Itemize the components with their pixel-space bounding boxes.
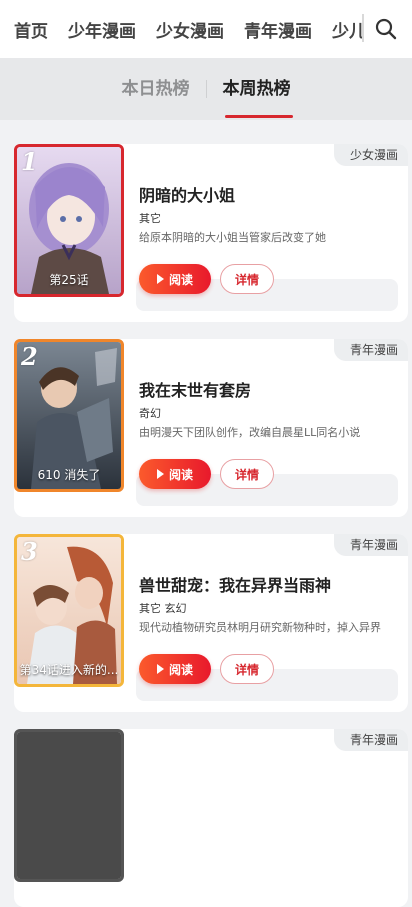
tab-seinen[interactable]: 青年漫画 [244, 17, 312, 42]
comic-categories: 其它 [139, 212, 161, 225]
comic-title[interactable]: 阴暗的大小姐 [139, 182, 235, 206]
read-label: 阅读 [168, 662, 193, 677]
comic-cover[interactable]: 3 第34话进入新的... [14, 534, 124, 687]
genre-tag: 青年漫画 [333, 534, 408, 556]
tab-weekly-ranking[interactable]: 本周热榜 [207, 58, 307, 120]
top-nav: 首页 少年漫画 少女漫画 青年漫画 少儿漫画 [0, 0, 412, 58]
latest-chapter: 610 消失了 [37, 468, 101, 482]
genre-tag: 少女漫画 [333, 144, 408, 166]
comic-description: 给原本阴暗的大小姐当管家后改变了她 [139, 231, 326, 244]
comic-cover[interactable]: 2 610 消失了 [14, 339, 124, 492]
read-button[interactable]: 阅读 [139, 264, 211, 294]
category-tabs: 首页 少年漫画 少女漫画 青年漫画 少儿漫画 [0, 0, 362, 58]
search-icon[interactable] [374, 17, 398, 41]
comic-card[interactable]: 青年漫画 2 610 消失了 我在末世有套房 奇幻 由明漫天下团队创作，改编自晨… [14, 339, 408, 517]
comic-title[interactable]: 我在末世有套房 [139, 377, 251, 401]
comic-description: 现代动植物研究员林明月研究新物种时，掉入异界 [139, 621, 381, 634]
rank-number: 2 [21, 342, 38, 371]
comic-title[interactable]: 兽世甜宠：我在异界当雨神 [139, 572, 331, 596]
play-icon [156, 664, 164, 674]
read-label: 阅读 [168, 272, 193, 287]
genre-tag: 青年漫画 [333, 729, 408, 751]
tab-daily-ranking[interactable]: 本日热榜 [106, 58, 206, 120]
ranking-list: 少女漫画 1 第25话 阴暗的大小姐 其它 给原本阴暗的大小姐当管家后改变了她 … [0, 120, 412, 907]
nav-divider [362, 14, 364, 42]
comic-card[interactable]: 青年漫画 3 第34话进入新的... 兽世甜宠：我在异界当雨神 其它 玄幻 现代… [14, 534, 408, 712]
read-button[interactable]: 阅读 [139, 654, 211, 684]
tab-shoujo[interactable]: 少女漫画 [156, 17, 224, 42]
play-icon [156, 274, 164, 284]
play-icon [156, 469, 164, 479]
read-label: 阅读 [168, 467, 193, 482]
comic-description: 由明漫天下团队创作，改编自晨星LL同名小说 [139, 426, 361, 439]
comic-categories: 奇幻 [139, 407, 161, 420]
tab-shonen[interactable]: 少年漫画 [68, 17, 136, 42]
comic-card[interactable]: 少女漫画 1 第25话 阴暗的大小姐 其它 给原本阴暗的大小姐当管家后改变了她 … [14, 144, 408, 322]
rank-number: 3 [21, 537, 38, 566]
comic-categories: 其它 玄幻 [139, 602, 187, 615]
genre-tag: 青年漫画 [333, 339, 408, 361]
detail-button[interactable]: 详情 [220, 264, 274, 294]
detail-button[interactable]: 详情 [220, 459, 274, 489]
read-button[interactable]: 阅读 [139, 459, 211, 489]
tab-home[interactable]: 首页 [14, 17, 48, 42]
comic-cover[interactable]: 1 第25话 [14, 144, 124, 297]
latest-chapter: 第34话进入新的... [19, 663, 119, 677]
cover-art [17, 732, 121, 879]
rank-number: 1 [21, 147, 38, 176]
tab-kids[interactable]: 少儿漫画 [332, 17, 362, 42]
comic-cover[interactable] [14, 729, 124, 882]
ranking-tabs: 本日热榜 本周热榜 [0, 58, 412, 120]
latest-chapter: 第25话 [49, 273, 89, 287]
comic-card[interactable]: 青年漫画 [14, 729, 408, 907]
detail-button[interactable]: 详情 [220, 654, 274, 684]
